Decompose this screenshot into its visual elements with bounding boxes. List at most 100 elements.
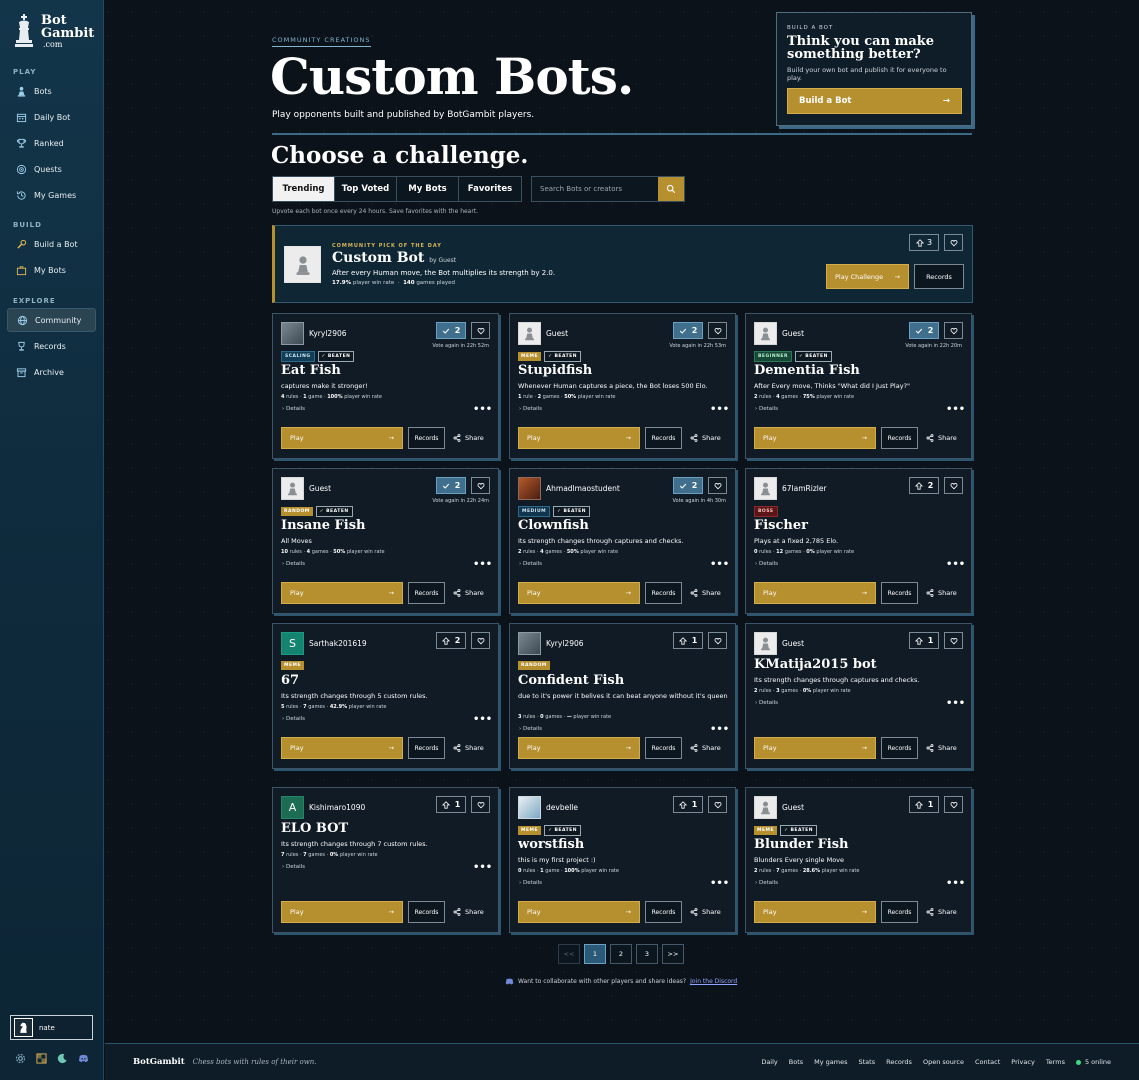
play-button[interactable]: Play → [281, 427, 403, 449]
records-button[interactable]: Records [408, 737, 445, 759]
featured-bot-name[interactable]: Custom Bot by Guest [332, 250, 456, 266]
theme-toggle-button[interactable] [56, 1052, 68, 1064]
details-toggle[interactable]: › Details [282, 864, 305, 870]
creator-name[interactable]: Ahmadlmaostudent [546, 484, 620, 493]
details-toggle[interactable]: › Details [282, 716, 305, 722]
upvote-button[interactable]: 2 [673, 322, 703, 339]
creator-name[interactable]: 67lamRizler [782, 484, 827, 493]
details-toggle[interactable]: › Details [519, 406, 542, 412]
favorite-button[interactable] [471, 796, 490, 813]
creator-name[interactable]: Guest [309, 484, 331, 493]
creator-name[interactable]: Guest [782, 803, 804, 812]
sidebar-item-archive[interactable]: Archive [7, 360, 96, 384]
bot-title[interactable]: 67 [281, 673, 299, 688]
bot-title[interactable]: Clownfish [518, 518, 589, 533]
page-2-button[interactable]: 2 [610, 944, 632, 964]
favorite-button[interactable] [471, 322, 490, 339]
records-button[interactable]: Records [645, 737, 682, 759]
footer-link-terms[interactable]: Terms [1046, 1058, 1065, 1066]
favorite-button[interactable] [708, 632, 727, 649]
bot-title[interactable]: Eat Fish [281, 363, 341, 378]
more-options-button[interactable]: ••• [946, 560, 965, 570]
play-button[interactable]: Play → [754, 901, 876, 923]
sidebar-item-daily-bot[interactable]: Daily Bot [7, 105, 96, 129]
share-button[interactable]: Share [926, 737, 957, 759]
bot-title[interactable]: KMatija2015 bot [754, 657, 877, 672]
play-button[interactable]: Play → [281, 901, 403, 923]
share-button[interactable]: Share [690, 737, 721, 759]
share-button[interactable]: Share [453, 737, 484, 759]
details-toggle[interactable]: › Details [519, 880, 542, 886]
share-button[interactable]: Share [690, 427, 721, 449]
favorite-button[interactable] [944, 796, 963, 813]
records-button[interactable]: Records [408, 427, 445, 449]
upvote-button[interactable]: 1 [909, 632, 939, 649]
play-challenge-button[interactable]: Play Challenge → [826, 264, 909, 289]
bot-title[interactable]: ELO BOT [281, 821, 348, 836]
upvote-button[interactable]: 1 [673, 796, 703, 813]
details-toggle[interactable]: › Details [755, 700, 778, 706]
search-input[interactable] [532, 177, 658, 201]
footer-brand[interactable]: BotGambit [133, 1057, 185, 1067]
upvote-button[interactable]: 2 [436, 477, 466, 494]
search-button[interactable] [658, 177, 684, 201]
share-button[interactable]: Share [453, 901, 484, 923]
records-button[interactable]: Records [881, 901, 918, 923]
featured-records-button[interactable]: Records [914, 264, 964, 289]
user-profile-button[interactable]: nate [10, 1015, 93, 1040]
records-button[interactable]: Records [645, 427, 682, 449]
favorite-button[interactable] [708, 322, 727, 339]
page-next-button[interactable]: >> [662, 944, 684, 964]
records-button[interactable]: Records [408, 901, 445, 923]
play-button[interactable]: Play → [518, 737, 640, 759]
upvote-button[interactable]: 2 [909, 477, 939, 494]
bot-title[interactable]: Blunder Fish [754, 837, 849, 852]
details-toggle[interactable]: › Details [282, 561, 305, 567]
favorite-button[interactable] [708, 796, 727, 813]
bot-title[interactable]: Insane Fish [281, 518, 365, 533]
creator-name[interactable]: Guest [782, 639, 804, 648]
play-button[interactable]: Play → [754, 737, 876, 759]
creator-name[interactable]: Kyryl2906 [309, 329, 347, 338]
sidebar-item-build-a-bot[interactable]: Build a Bot [7, 232, 96, 256]
sidebar-item-quests[interactable]: Quests [7, 157, 96, 181]
bot-title[interactable]: Confident Fish [518, 673, 624, 688]
share-button[interactable]: Share [926, 582, 957, 604]
details-toggle[interactable]: › Details [755, 561, 778, 567]
favorite-button[interactable] [944, 322, 963, 339]
upvote-button[interactable]: 1 [436, 796, 466, 813]
sidebar-item-my-bots[interactable]: My Bots [7, 258, 96, 282]
bot-title[interactable]: Dementia Fish [754, 363, 860, 378]
more-options-button[interactable]: ••• [710, 405, 729, 415]
details-toggle[interactable]: › Details [755, 406, 778, 412]
footer-link-stats[interactable]: Stats [859, 1058, 876, 1066]
footer-link-contact[interactable]: Contact [975, 1058, 1000, 1066]
bot-title[interactable]: Stupidfish [518, 363, 592, 378]
share-button[interactable]: Share [926, 901, 957, 923]
play-button[interactable]: Play → [518, 901, 640, 923]
records-button[interactable]: Records [645, 901, 682, 923]
play-button[interactable]: Play → [518, 427, 640, 449]
details-toggle[interactable]: › Details [755, 880, 778, 886]
more-options-button[interactable]: ••• [473, 863, 492, 873]
tab-trending[interactable]: Trending [273, 177, 335, 201]
records-button[interactable]: Records [881, 737, 918, 759]
brand-logo[interactable]: Bot Gambit .com [13, 14, 94, 50]
discord-button[interactable] [77, 1052, 89, 1064]
sidebar-item-community[interactable]: Community [7, 308, 96, 332]
favorite-button[interactable] [471, 632, 490, 649]
favorite-button[interactable] [471, 477, 490, 494]
records-button[interactable]: Records [881, 582, 918, 604]
more-options-button[interactable]: ••• [473, 715, 492, 725]
share-button[interactable]: Share [690, 901, 721, 923]
settings-button[interactable] [14, 1052, 26, 1064]
upvote-button[interactable]: 1 [909, 796, 939, 813]
creator-name[interactable]: Sarthak201619 [309, 639, 367, 648]
share-button[interactable]: Share [926, 427, 957, 449]
upvote-button[interactable]: 2 [909, 322, 939, 339]
more-options-button[interactable]: ••• [946, 699, 965, 709]
board-theme-button[interactable] [35, 1052, 47, 1064]
footer-link-bots[interactable]: Bots [789, 1058, 803, 1066]
favorite-button[interactable] [708, 477, 727, 494]
details-toggle[interactable]: › Details [282, 406, 305, 412]
